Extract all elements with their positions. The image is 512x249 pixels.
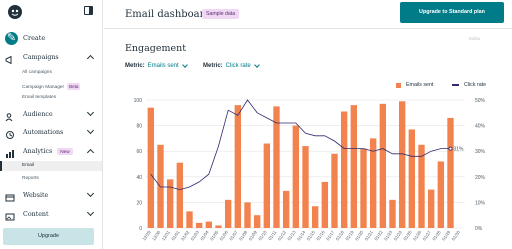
x-tick-label: 01/28 xyxy=(431,229,442,241)
x-tick-label: 01/05 xyxy=(209,229,220,241)
bar xyxy=(176,162,184,228)
x-tick-label: 01/23 xyxy=(383,229,394,241)
y-left-tick-label: 80 xyxy=(136,124,142,130)
bar xyxy=(244,202,251,228)
bar xyxy=(447,117,454,228)
x-tick-label: 01/08 xyxy=(238,229,249,241)
y-left-tick-label: 60 xyxy=(136,149,142,155)
x-tick-label: 12/31 xyxy=(161,229,172,241)
bar xyxy=(340,111,348,228)
x-tick-label: 01/17 xyxy=(325,229,336,241)
bar xyxy=(292,125,300,228)
bar xyxy=(408,129,416,228)
x-tick-label: 01/06 xyxy=(219,229,230,241)
x-tick-label: 12/29 xyxy=(141,229,152,241)
x-tick-label: 01/09 xyxy=(248,229,259,241)
x-tick-label: 01/27 xyxy=(422,229,433,241)
x-tick-label: 01/21 xyxy=(364,229,375,241)
x-tick-label: 01/19 xyxy=(344,229,355,241)
y-left-tick-label: 0 xyxy=(139,226,142,232)
bar xyxy=(263,143,271,228)
bar xyxy=(437,161,445,228)
x-tick-label: 01/11 xyxy=(267,229,277,241)
x-tick-label: 01/20 xyxy=(354,229,365,241)
y-right-tick-label: 30% xyxy=(475,149,486,155)
bar xyxy=(253,215,261,228)
x-tick-label: 01/16 xyxy=(315,229,326,241)
bar xyxy=(360,148,367,228)
x-tick-label: 01/24 xyxy=(393,229,404,241)
bar xyxy=(282,190,290,228)
y-right-tick-label: 10% xyxy=(475,200,486,206)
bar xyxy=(205,221,213,228)
bar xyxy=(321,181,329,228)
x-tick-label: 01/07 xyxy=(228,229,239,241)
y-left-tick-label: 100 xyxy=(134,98,143,104)
x-tick-label: 01/01 xyxy=(170,229,181,241)
x-tick-label: 01/22 xyxy=(373,229,384,241)
click-rate-line xyxy=(150,99,451,191)
y-right-tick-label: 40% xyxy=(475,124,486,130)
x-tick-label: 01/10 xyxy=(257,229,268,241)
x-tick-label: 01/14 xyxy=(296,229,307,241)
x-tick-label: 01/18 xyxy=(335,229,346,241)
y-left-tick-label: 20 xyxy=(136,200,142,206)
x-tick-label: 01/26 xyxy=(412,229,423,241)
bar xyxy=(389,199,396,228)
x-tick-label: 01/29 xyxy=(441,229,452,241)
bar xyxy=(195,222,203,228)
y-right-tick-label: 0% xyxy=(475,226,483,232)
bar xyxy=(369,138,377,228)
engagement-chart: 0 0%20 10%40 20%60 30%80 40%100 50%31%12/29 12/… xyxy=(134,98,486,241)
bar xyxy=(427,189,435,228)
bar xyxy=(186,211,193,228)
bar xyxy=(311,206,319,228)
x-tick-label: 01/03 xyxy=(190,229,201,241)
bar xyxy=(418,144,425,228)
x-tick-label: 12/30 xyxy=(151,229,162,241)
bar xyxy=(234,105,242,228)
bar xyxy=(302,146,309,228)
x-tick-label: 01/30 xyxy=(451,229,462,241)
x-tick-label: 01/02 xyxy=(180,229,191,241)
bar xyxy=(350,105,358,228)
x-tick-label: 01/13 xyxy=(286,229,297,241)
y-right-tick-label: 50% xyxy=(475,98,486,104)
end-value-label: 31% xyxy=(454,147,465,153)
x-tick-label: 01/25 xyxy=(402,229,413,241)
y-left-tick-label: 40 xyxy=(136,175,142,181)
x-tick-label: 01/15 xyxy=(306,229,317,241)
x-tick-label: 01/12 xyxy=(277,229,288,241)
x-tick-label: 01/04 xyxy=(199,229,210,241)
bar xyxy=(331,153,338,228)
bar xyxy=(215,225,222,228)
line-end-point xyxy=(448,146,453,151)
bar xyxy=(398,101,406,228)
bar xyxy=(224,199,232,228)
y-right-tick-label: 20% xyxy=(475,175,486,181)
bar xyxy=(147,107,155,228)
bar xyxy=(273,106,280,228)
bar xyxy=(379,103,387,228)
